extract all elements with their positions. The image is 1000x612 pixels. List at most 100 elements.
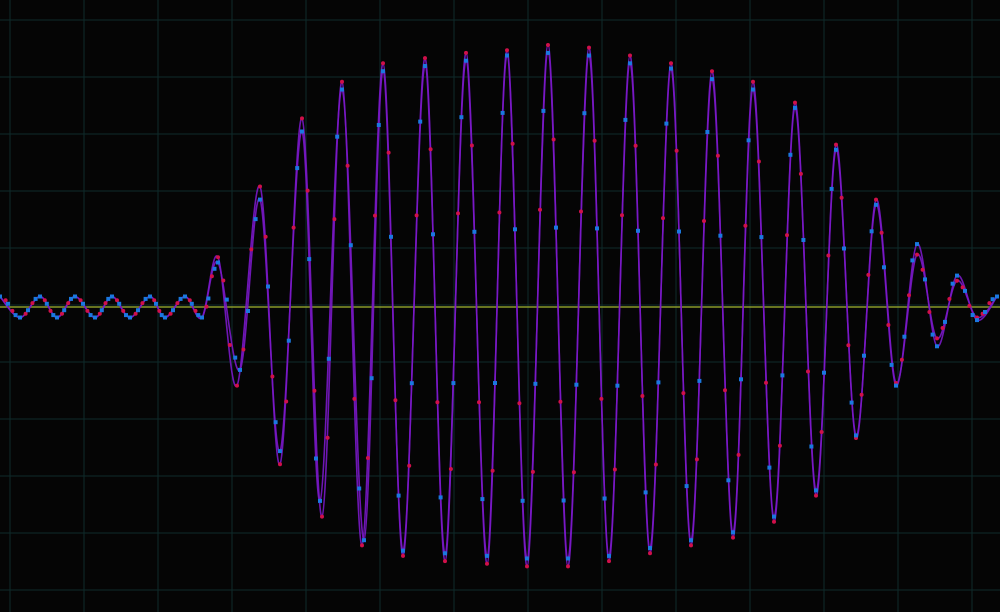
series-0-point xyxy=(772,519,776,524)
series-0-point xyxy=(751,79,755,84)
series-1-point xyxy=(18,315,22,320)
series-0-point-mid xyxy=(477,400,481,405)
series-0-point-mid xyxy=(305,188,310,193)
series-1-point-mid xyxy=(196,313,201,318)
series-1-point-mid xyxy=(69,296,73,301)
series-1-point-mid xyxy=(206,296,211,301)
series-1-point xyxy=(128,315,132,320)
series-1-point-mid xyxy=(124,313,128,318)
series-1-point-mid xyxy=(335,134,340,139)
series-0-point xyxy=(464,50,468,55)
series-0-point-mid xyxy=(291,225,296,230)
series-0-point-mid xyxy=(263,234,268,239)
series-1-point-mid xyxy=(44,301,49,306)
series-0-point-mid xyxy=(907,293,911,298)
series-0-point-mid xyxy=(530,469,535,474)
series-0-point-mid xyxy=(497,210,502,215)
series-0-point-mid xyxy=(393,398,398,403)
series-1-point xyxy=(423,64,427,68)
series-0-point-mid xyxy=(510,141,515,146)
series-0-point-mid xyxy=(193,308,198,313)
series-1-point xyxy=(894,383,898,388)
series-1-point-mid xyxy=(438,495,443,500)
series-1-point-mid xyxy=(943,319,947,324)
series-0-point-mid xyxy=(115,298,119,303)
series-0-point-mid xyxy=(345,163,350,168)
series-0-point xyxy=(546,43,550,47)
series-1-point-mid xyxy=(88,313,93,318)
series-1-point xyxy=(485,553,489,558)
series-1-point-mid xyxy=(314,456,318,461)
series-0-point xyxy=(525,564,529,569)
series-1-point-mid xyxy=(862,353,866,358)
series-0-point-mid xyxy=(332,217,337,222)
series-0-point-mid xyxy=(806,369,810,374)
series-1-point xyxy=(772,514,776,519)
series-0-point xyxy=(874,197,878,202)
series-1-point xyxy=(300,129,304,134)
series-1-point-mid xyxy=(99,308,104,313)
series-1-point-mid xyxy=(705,130,710,134)
series-1-point xyxy=(216,260,220,265)
series-1-point xyxy=(628,61,632,66)
series-1-point-mid xyxy=(26,308,30,313)
series-1-point-mid xyxy=(286,338,291,343)
series-0-point-mid xyxy=(940,326,945,330)
series-1-point-mid xyxy=(246,309,250,313)
series-1-point-mid xyxy=(788,152,793,157)
series-0-point-mid xyxy=(152,298,157,303)
series-0-point-mid xyxy=(209,274,214,279)
series-1-point xyxy=(546,50,550,55)
series-0-point xyxy=(628,53,632,58)
series-1-point-mid xyxy=(520,498,525,503)
series-1-point-mid xyxy=(739,377,743,382)
series-0-point-mid xyxy=(97,311,102,316)
series-1-point xyxy=(55,315,59,320)
series-1-point xyxy=(0,294,2,299)
series-0-point xyxy=(834,142,838,147)
series-1-point-mid xyxy=(117,301,122,306)
series-1-point-mid xyxy=(13,313,18,318)
series-0-point xyxy=(278,462,282,467)
series-1-point-mid xyxy=(266,284,270,289)
series-1-point xyxy=(525,556,529,561)
series-0-point-mid xyxy=(10,308,15,313)
series-0-point xyxy=(731,535,735,540)
series-0-point-mid xyxy=(187,298,192,303)
series-1-point-mid xyxy=(189,301,194,306)
series-1-point-mid xyxy=(970,313,975,317)
series-0-point-mid xyxy=(653,462,658,467)
series-1-point-mid xyxy=(409,381,414,386)
series-1-point-mid xyxy=(829,186,834,191)
series-0-point xyxy=(955,278,959,283)
series-1-point-mid xyxy=(930,332,935,337)
series-0-point-mid xyxy=(785,233,789,238)
series-0-point xyxy=(300,116,304,121)
series-1-point xyxy=(318,498,322,503)
series-0-point-mid xyxy=(694,457,699,462)
series-1-point-mid xyxy=(513,227,517,232)
series-1-point-mid xyxy=(990,297,995,302)
series-1-point xyxy=(110,294,114,299)
series-0-point-mid xyxy=(987,301,992,306)
series-1-point xyxy=(464,58,468,63)
series-1-point-mid xyxy=(62,308,67,313)
series-1-point-mid xyxy=(224,297,229,302)
series-0-point xyxy=(235,383,239,388)
series-1-point xyxy=(340,87,344,92)
series-1-point-mid xyxy=(295,166,300,171)
series-1-point xyxy=(381,69,385,74)
series-1-point-mid xyxy=(983,310,987,314)
series-1-point xyxy=(814,488,818,493)
series-1-point xyxy=(854,433,858,438)
series-1-point xyxy=(995,294,999,299)
series-1-point-mid xyxy=(376,123,381,127)
series-1-point xyxy=(238,367,242,372)
series-1-point-mid xyxy=(684,484,689,489)
series-1-point xyxy=(874,202,878,207)
series-1-point xyxy=(975,318,979,323)
series-0-point xyxy=(648,551,652,556)
series-0-point-mid xyxy=(579,209,583,214)
series-0-point xyxy=(360,543,364,548)
series-1-point-mid xyxy=(869,229,874,234)
